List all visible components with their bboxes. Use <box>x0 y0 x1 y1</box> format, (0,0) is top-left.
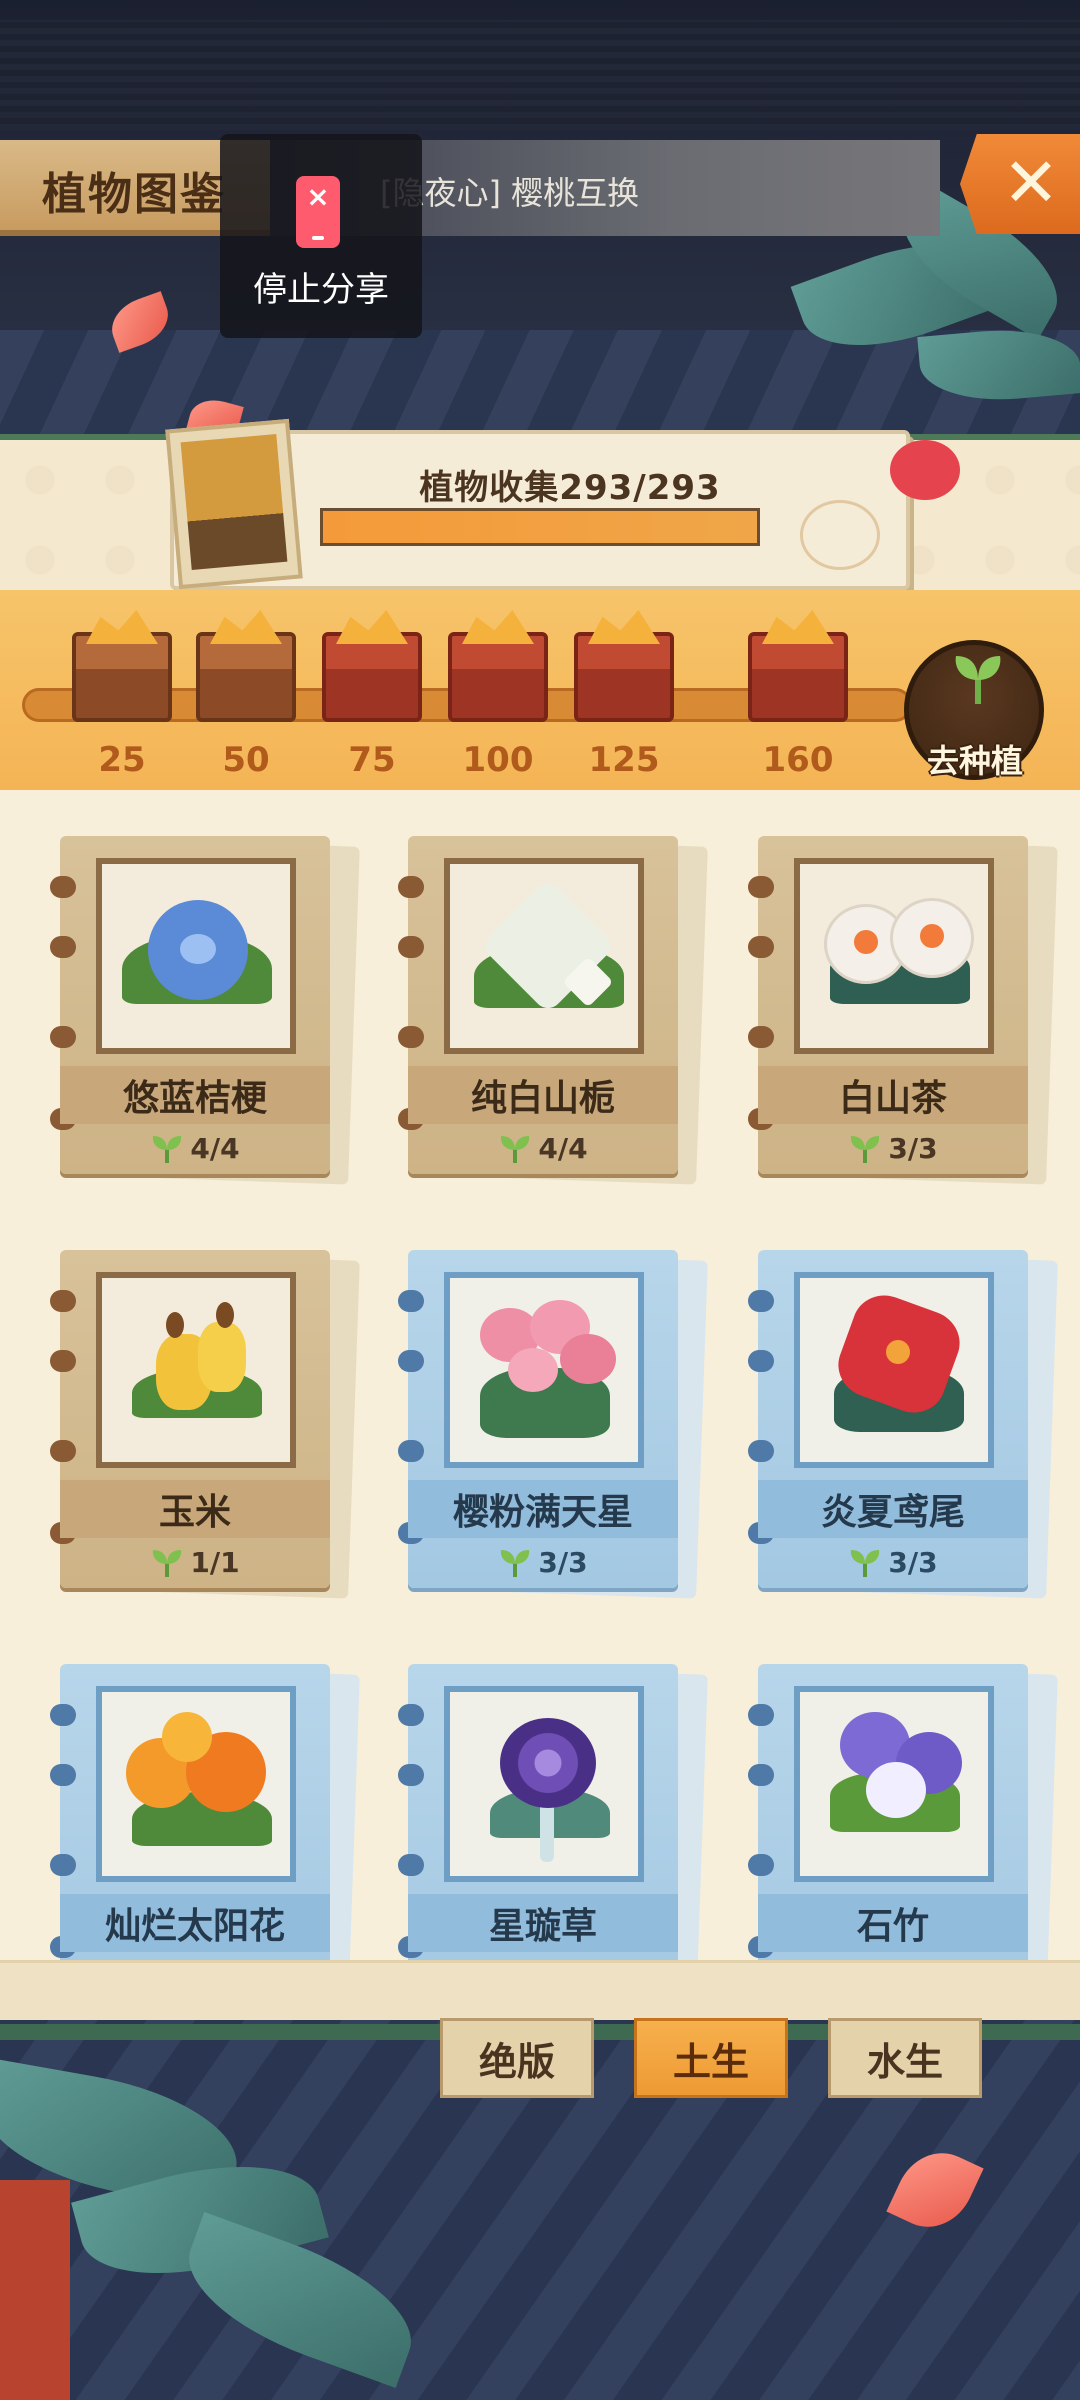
plant-count: 3/3 <box>408 1540 678 1584</box>
milestone-label: 125 <box>588 740 660 780</box>
sprout-icon <box>501 1550 530 1577</box>
plant-name: 纯白山栀 <box>408 1066 678 1124</box>
milestone-label: 75 <box>348 740 396 780</box>
sprout-icon <box>501 1136 530 1163</box>
plant-card[interactable]: 星璇草 <box>398 1664 708 2013</box>
plant-card[interactable]: 玉米 1/1 <box>50 1250 360 1599</box>
plant-count: 3/3 <box>758 1126 1028 1170</box>
plant-picture <box>794 858 994 1054</box>
plant-picture <box>444 1272 644 1468</box>
plant-name: 石竹 <box>758 1894 1028 1952</box>
plant-picture <box>96 1686 296 1882</box>
plant-name: 樱粉满天星 <box>408 1480 678 1538</box>
sprout-icon <box>851 1550 880 1577</box>
sprout-icon <box>153 1550 182 1577</box>
milestone-label: 160 <box>762 740 834 780</box>
milestone-label: 25 <box>98 740 146 780</box>
plant-picture <box>96 1272 296 1468</box>
plant-card[interactable]: 白山茶 3/3 <box>748 836 1058 1185</box>
tab-land-plants[interactable]: 土生 <box>634 2018 788 2098</box>
plant-name: 灿烂太阳花 <box>60 1894 330 1952</box>
plant-card[interactable]: 樱粉满天星 3/3 <box>398 1250 708 1599</box>
reward-chest[interactable] <box>748 632 848 722</box>
plant-count-value: 4/4 <box>538 1131 588 1165</box>
plant-count-value: 3/3 <box>888 1545 938 1579</box>
plant-name: 炎夏鸢尾 <box>758 1480 1028 1538</box>
plant-name: 玉米 <box>60 1480 330 1538</box>
plant-picture <box>96 858 296 1054</box>
close-icon: ✕ <box>1002 144 1060 223</box>
plant-picture <box>794 1686 994 1882</box>
plant-name: 悠蓝桔梗 <box>60 1066 330 1124</box>
plant-picture <box>444 858 644 1054</box>
wood-wall-decoration <box>0 20 1080 130</box>
reward-chest[interactable] <box>322 632 422 722</box>
collection-label: 植物收集293/293 <box>419 468 721 508</box>
plant-count-value: 3/3 <box>538 1545 588 1579</box>
plant-count: 4/4 <box>60 1126 330 1170</box>
plant-name: 白山茶 <box>758 1066 1028 1124</box>
reward-chest[interactable] <box>196 632 296 722</box>
plant-card[interactable]: 纯白山栀 4/4 <box>398 836 708 1185</box>
plant-count-value: 4/4 <box>190 1131 240 1165</box>
bottom-strip <box>0 1960 1080 2020</box>
plant-card[interactable]: 石竹 <box>748 1664 1058 2013</box>
red-flower-decoration <box>890 440 960 500</box>
sprout-icon <box>955 656 1001 704</box>
plant-count-value: 3/3 <box>888 1131 938 1165</box>
plant-picture <box>794 1272 994 1468</box>
plant-card[interactable]: 灿烂太阳花 <box>50 1664 360 2013</box>
reward-chest[interactable] <box>448 632 548 722</box>
go-plant-label: 去种植 <box>926 742 1023 780</box>
red-post-decoration <box>0 2180 70 2400</box>
plant-count: 3/3 <box>758 1540 1028 1584</box>
stop-x-icon: × <box>306 180 330 213</box>
page-title: 植物图鉴 <box>42 169 226 220</box>
tab-water-plants[interactable]: 水生 <box>828 2018 982 2098</box>
collection-progress-fill <box>323 511 757 543</box>
sprout-picture <box>180 434 288 570</box>
milestone-label: 100 <box>462 740 534 780</box>
plant-card[interactable]: 悠蓝桔梗 4/4 <box>50 836 360 1185</box>
plant-count-value: 1/1 <box>190 1545 240 1579</box>
plant-count: 1/1 <box>60 1540 330 1584</box>
sprout-icon <box>153 1136 182 1163</box>
tab-out-of-print[interactable]: 绝版 <box>440 2018 594 2098</box>
reward-chest[interactable] <box>72 632 172 722</box>
plant-picture <box>444 1686 644 1882</box>
plant-name: 星璇草 <box>408 1894 678 1952</box>
stop-share-label: 停止分享 <box>253 270 389 310</box>
sprout-icon <box>851 1136 880 1163</box>
plant-card[interactable]: 炎夏鸢尾 3/3 <box>748 1250 1058 1599</box>
plant-count: 4/4 <box>408 1126 678 1170</box>
reward-chest[interactable] <box>574 632 674 722</box>
flower-doodle-icon <box>800 500 880 570</box>
milestone-label: 50 <box>222 740 270 780</box>
close-button[interactable]: ✕ <box>960 134 1080 234</box>
